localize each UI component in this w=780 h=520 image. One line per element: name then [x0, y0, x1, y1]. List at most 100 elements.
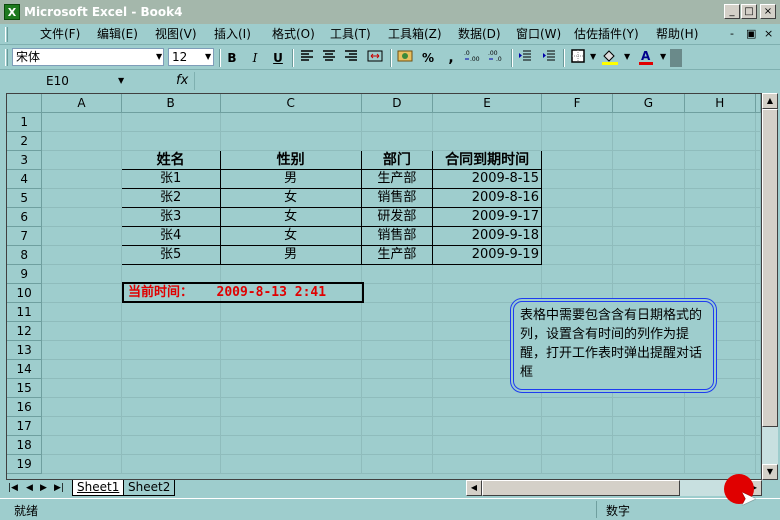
cell[interactable] [220, 302, 362, 322]
cell[interactable] [684, 454, 757, 474]
row-header[interactable]: 17 [7, 416, 43, 436]
formula-input[interactable] [194, 72, 778, 90]
bold-button[interactable]: B [222, 49, 242, 67]
column-header-e[interactable]: E [432, 94, 542, 113]
cell[interactable] [361, 340, 434, 360]
current-time-cell[interactable]: 当前时间： 2009-8-13 2:41 [122, 282, 364, 303]
cell[interactable] [432, 397, 542, 417]
cell[interactable] [41, 226, 122, 246]
cell[interactable] [220, 454, 362, 474]
cell[interactable] [684, 112, 757, 132]
cell[interactable] [541, 435, 614, 455]
cell[interactable] [361, 397, 434, 417]
cell[interactable] [755, 283, 761, 303]
menu-grip-handle[interactable] [5, 27, 8, 42]
toolbar-options-icon[interactable] [670, 49, 682, 67]
decrease-indent-icon[interactable] [515, 49, 535, 67]
cell[interactable] [755, 435, 761, 455]
cell[interactable] [121, 321, 221, 341]
cell[interactable] [755, 378, 761, 398]
cell[interactable] [41, 359, 122, 379]
cell[interactable] [612, 397, 685, 417]
cell[interactable] [361, 302, 434, 322]
cell[interactable] [612, 169, 685, 189]
font-color-icon[interactable]: A [636, 49, 656, 67]
table-data-cell[interactable]: 2009-9-19 [432, 245, 542, 265]
workbook-minimize-button[interactable]: - [730, 27, 734, 41]
cell[interactable] [432, 416, 542, 436]
cell[interactable] [41, 264, 122, 284]
cell[interactable] [121, 131, 221, 151]
align-right-icon[interactable] [341, 49, 361, 67]
cell[interactable] [121, 435, 221, 455]
font-name-dropdown-icon[interactable]: ▼ [156, 48, 162, 66]
sheet-tab-sheet1[interactable]: Sheet1 [72, 480, 125, 496]
cell[interactable] [361, 454, 434, 474]
cell[interactable] [612, 264, 685, 284]
cell[interactable] [541, 188, 614, 208]
scroll-down-icon[interactable]: ▼ [762, 464, 778, 480]
cell[interactable] [755, 454, 761, 474]
cell[interactable] [755, 226, 761, 246]
cell[interactable] [541, 397, 614, 417]
column-header-d[interactable]: D [361, 94, 434, 113]
cell-table[interactable]: A B C D E F G H 1 2 3 姓名 性别 部门 合同到期时间 4 张1 男生产部 2009-8-15 5… [7, 94, 761, 474]
menu-view[interactable]: 视图(V) [155, 27, 197, 42]
cell[interactable] [612, 454, 685, 474]
cell[interactable] [684, 169, 757, 189]
row-header[interactable]: 7 [7, 226, 43, 246]
cell[interactable] [684, 150, 757, 170]
cell[interactable] [432, 112, 542, 132]
cell[interactable] [541, 131, 614, 151]
cell[interactable] [121, 359, 221, 379]
vertical-scroll-thumb[interactable] [762, 109, 778, 427]
row-header[interactable]: 10 [7, 283, 43, 303]
cell[interactable] [41, 340, 122, 360]
cell[interactable] [755, 416, 761, 436]
cell[interactable] [41, 169, 122, 189]
cell[interactable] [361, 264, 434, 284]
table-data-cell[interactable]: 张1 [120, 169, 221, 189]
align-left-icon[interactable] [297, 49, 317, 67]
row-header[interactable]: 15 [7, 378, 43, 398]
cell[interactable] [612, 435, 685, 455]
menu-insert[interactable]: 插入(I) [214, 27, 251, 42]
cell[interactable] [121, 416, 221, 436]
menu-help[interactable]: 帮助(H) [656, 27, 698, 42]
cell[interactable] [755, 321, 761, 341]
vertical-scrollbar[interactable]: ▲ ▼ [762, 93, 778, 480]
merge-center-icon[interactable] [365, 49, 385, 67]
cell[interactable] [361, 112, 434, 132]
menu-file[interactable]: 文件(F) [40, 27, 80, 42]
cell[interactable] [432, 454, 542, 474]
horizontal-scroll-thumb[interactable] [482, 480, 680, 496]
cell[interactable] [220, 397, 362, 417]
workbook-restore-button[interactable]: ▣ [746, 27, 756, 41]
cell[interactable] [755, 340, 761, 360]
cell[interactable] [220, 378, 362, 398]
cell[interactable] [755, 131, 761, 151]
currency-icon[interactable] [395, 49, 415, 67]
table-header-cell[interactable]: 合同到期时间 [432, 150, 542, 170]
cell[interactable] [541, 226, 614, 246]
scroll-left-icon[interactable]: ◀ [466, 480, 482, 496]
table-data-cell[interactable]: 女 [219, 207, 362, 227]
percent-style-button[interactable]: % [418, 49, 438, 67]
font-color-dropdown-icon[interactable]: ▼ [660, 48, 666, 66]
cell[interactable] [541, 416, 614, 436]
cell[interactable] [612, 150, 685, 170]
insert-function-icon[interactable]: fx [176, 72, 188, 90]
cell[interactable] [684, 264, 757, 284]
menu-window[interactable]: 窗口(W) [516, 27, 561, 42]
cell[interactable] [432, 264, 542, 284]
table-data-cell[interactable]: 女 [219, 188, 362, 208]
column-header-b[interactable]: B [121, 94, 221, 113]
cell[interactable] [541, 112, 614, 132]
comma-style-button[interactable]: , [441, 49, 461, 67]
table-header-cell[interactable]: 部门 [360, 150, 434, 170]
cell[interactable] [612, 207, 685, 227]
cell[interactable] [684, 397, 757, 417]
cell[interactable] [41, 207, 122, 227]
row-header[interactable]: 1 [7, 112, 43, 132]
row-header[interactable]: 14 [7, 359, 43, 379]
